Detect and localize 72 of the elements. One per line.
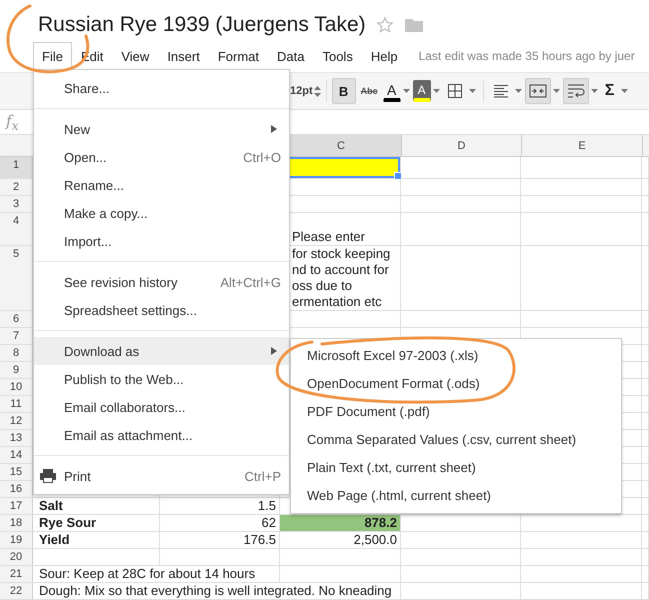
row-header[interactable]: 18: [0, 515, 33, 531]
column-header[interactable]: E: [522, 135, 643, 156]
merge-button[interactable]: [524, 78, 551, 104]
row-header[interactable]: 15: [0, 464, 33, 480]
menu-item[interactable]: File: [33, 42, 72, 70]
caret-icon[interactable]: [468, 89, 476, 93]
row-header[interactable]: 14: [0, 447, 33, 463]
row-header[interactable]: 8: [0, 345, 33, 361]
menu-option[interactable]: Microsoft Excel 97-2003 (.xls): [291, 342, 621, 370]
caret-icon[interactable]: [620, 89, 628, 93]
borders-icon: [446, 83, 463, 99]
row-header[interactable]: 10: [0, 379, 33, 395]
row-header[interactable]: 1: [0, 157, 33, 178]
row-header[interactable]: 9: [0, 362, 33, 378]
menu-option[interactable]: Rename...: [34, 171, 289, 199]
menu-item[interactable]: Data: [268, 42, 314, 70]
caret-icon[interactable]: [552, 89, 560, 93]
submenu-arrow-icon: [271, 125, 277, 133]
menu-option[interactable]: OpenDocument Format (.ods): [291, 370, 621, 398]
row-header[interactable]: 4: [0, 213, 33, 245]
row-header[interactable]: 12: [0, 413, 33, 429]
wrap-text-icon: [566, 83, 585, 99]
menu-option[interactable]: Share...: [34, 74, 289, 102]
submenu-arrow-icon: [271, 347, 277, 355]
align-left-icon: [492, 84, 509, 98]
highlight-color-button[interactable]: A: [412, 80, 431, 102]
menu-option[interactable]: Plain Text (.txt, current sheet): [291, 454, 621, 482]
column-header[interactable]: D: [402, 135, 522, 156]
bold-button[interactable]: B: [332, 78, 356, 104]
row-header[interactable]: 13: [0, 430, 33, 446]
row-header[interactable]: 20: [0, 549, 33, 565]
menu-item[interactable]: Insert: [158, 42, 209, 70]
menu-option[interactable]: Download as: [34, 337, 289, 365]
row-header[interactable]: 3: [0, 196, 33, 212]
table-cell[interactable]: 878.2: [280, 515, 400, 531]
menu-item[interactable]: Format: [208, 42, 268, 70]
formula-label: f$_{x}$: [6, 112, 19, 132]
menu-option[interactable]: Comma Separated Values (.csv, current sheet): [291, 426, 621, 454]
menu-item[interactable]: Help: [362, 42, 407, 70]
strikethrough-button[interactable]: Abc: [356, 78, 382, 104]
caret-icon[interactable]: [514, 89, 522, 93]
merge-cells-icon: [528, 84, 547, 98]
font-size-dropdown[interactable]: 12pt: [290, 85, 313, 97]
row-header[interactable]: 5: [0, 246, 33, 310]
row-header[interactable]: 16: [0, 481, 33, 497]
document-title: Russian Rye 1939 (Juergens Take): [38, 13, 366, 37]
up-down-arrows-icon[interactable]: [314, 86, 321, 96]
row-header[interactable]: 17: [0, 498, 33, 514]
functions-button[interactable]: Σ: [600, 78, 619, 104]
menu-option[interactable]: Web Page (.html, current sheet): [291, 482, 621, 510]
menu-option[interactable]: Publish to the Web...: [34, 365, 289, 393]
row-header[interactable]: 11: [0, 396, 33, 412]
row-header[interactable]: 6: [0, 311, 33, 327]
star-icon[interactable]: [376, 16, 394, 34]
caret-icon[interactable]: [432, 89, 440, 93]
menu-item[interactable]: Tools: [313, 42, 362, 70]
menu-option[interactable]: PDF Document (.pdf): [291, 398, 621, 426]
wrap-button[interactable]: [562, 78, 589, 104]
last-edit-link[interactable]: Last edit was made 35 hours ago by juer: [406, 42, 635, 70]
menu-option[interactable]: Email as attachment...: [34, 421, 289, 449]
row-header[interactable]: 19: [0, 532, 33, 548]
row-header[interactable]: 21: [0, 566, 33, 582]
row-header[interactable]: 2: [0, 179, 33, 195]
printer-icon: [39, 469, 57, 483]
text-color-button[interactable]: A: [382, 80, 401, 102]
row-header[interactable]: 22: [0, 583, 33, 599]
caret-icon[interactable]: [590, 89, 598, 93]
menu-option[interactable]: Print Ctrl+P: [34, 462, 289, 490]
caret-icon[interactable]: [402, 89, 410, 93]
menu-item[interactable]: View: [112, 42, 158, 70]
menu-option[interactable]: Email collaborators...: [34, 393, 289, 421]
row-header[interactable]: 7: [0, 328, 33, 344]
